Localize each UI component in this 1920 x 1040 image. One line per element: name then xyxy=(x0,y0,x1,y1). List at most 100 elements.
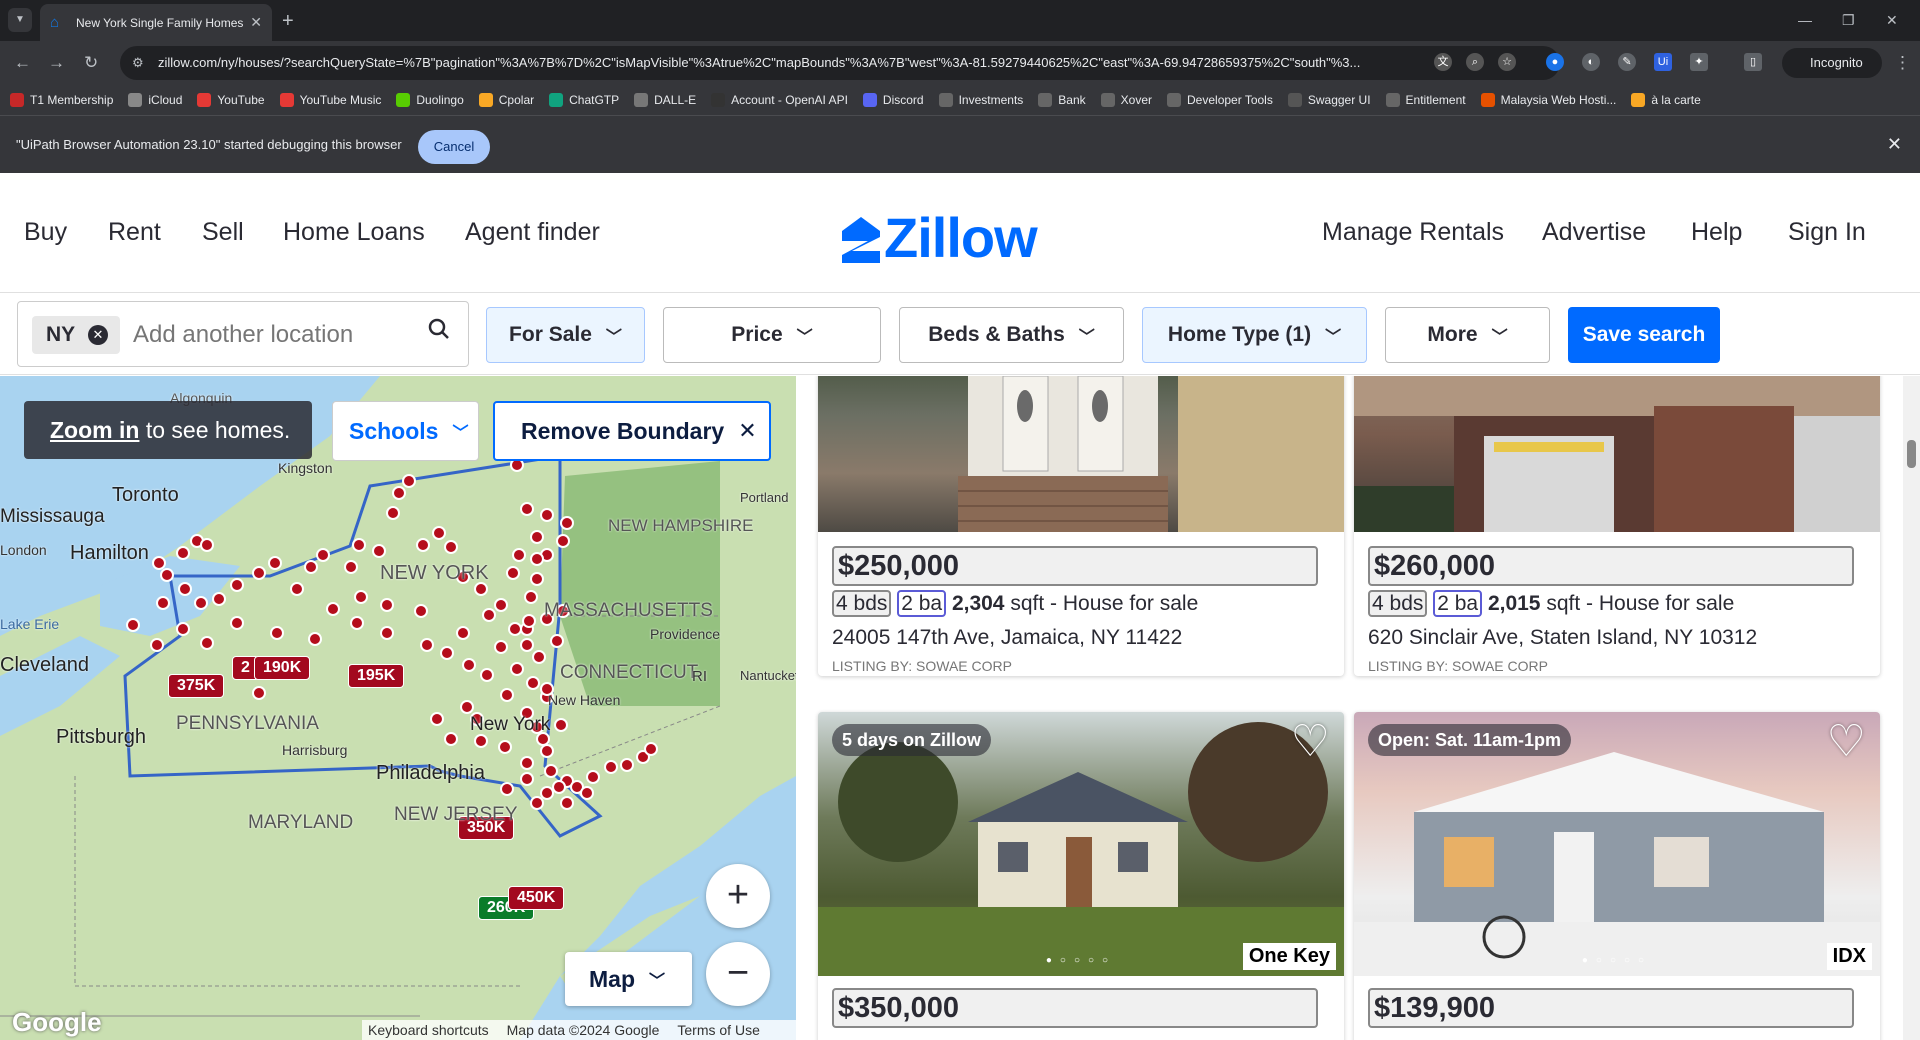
listing-dot-marker[interactable] xyxy=(352,538,366,552)
listing-dot-marker[interactable] xyxy=(586,770,600,784)
listing-address[interactable]: 24005 147th Ave, Jamaica, NY 11422 xyxy=(832,626,1182,650)
listing-dot-marker[interactable] xyxy=(604,760,618,774)
listing-dot-marker[interactable] xyxy=(462,658,476,672)
nav-advertise[interactable]: Advertise xyxy=(1542,218,1646,247)
carousel-dots[interactable]: ●○○○○ xyxy=(1354,955,1880,966)
nav-agent-finder[interactable]: Agent finder xyxy=(465,218,600,247)
listing-dot-marker[interactable] xyxy=(530,796,544,810)
listing-dot-marker[interactable] xyxy=(290,582,304,596)
bookmark-item[interactable]: Entitlement xyxy=(1385,93,1466,107)
nav-buy[interactable]: Buy xyxy=(24,218,67,247)
listing-dot-marker[interactable] xyxy=(500,688,514,702)
listing-dot-marker[interactable] xyxy=(560,516,574,530)
reload-icon[interactable]: ↻ xyxy=(84,53,98,73)
extensions-puzzle-icon[interactable]: ✦ xyxy=(1690,53,1708,71)
nav-home-loans[interactable]: Home Loans xyxy=(283,218,425,247)
browser-menu-icon[interactable]: ⋮ xyxy=(1894,53,1911,73)
listing-dot-marker[interactable] xyxy=(440,646,454,660)
listing-card[interactable]: $260,000 4 bds 2 ba 2,015 sqft - House f… xyxy=(1354,376,1880,676)
zoom-in-button[interactable]: + xyxy=(706,864,770,928)
listing-dot-marker[interactable] xyxy=(506,566,520,580)
extension-3-icon[interactable]: ✎ xyxy=(1618,53,1636,71)
close-tab-icon[interactable]: ✕ xyxy=(250,14,262,31)
listing-dot-marker[interactable] xyxy=(270,626,284,640)
listing-card[interactable]: 5 days on Zillow ♡ One Key ●○○○○ $350,00… xyxy=(818,712,1344,1040)
listing-dot-marker[interactable] xyxy=(580,786,594,800)
tab-search-button[interactable]: ▼ xyxy=(8,8,32,32)
bookmark-item[interactable]: Developer Tools xyxy=(1167,93,1273,107)
listing-address[interactable]: 620 Sinclair Ave, Staten Island, NY 1031… xyxy=(1368,626,1757,650)
incognito-badge[interactable]: Incognito xyxy=(1782,48,1882,78)
listing-dot-marker[interactable] xyxy=(620,758,634,772)
listing-dot-marker[interactable] xyxy=(510,662,524,676)
scrollbar-thumb[interactable] xyxy=(1907,440,1916,468)
listing-dot-marker[interactable] xyxy=(200,636,214,650)
minimize-icon[interactable]: — xyxy=(1798,12,1812,28)
listing-dot-marker[interactable] xyxy=(520,638,534,652)
listing-dot-marker[interactable] xyxy=(494,640,508,654)
listing-dot-marker[interactable] xyxy=(530,552,544,566)
bookmark-item[interactable]: DALL-E xyxy=(634,93,696,107)
listing-dot-marker[interactable] xyxy=(520,502,534,516)
listing-dot-marker[interactable] xyxy=(552,780,566,794)
bookmark-item[interactable]: iCloud xyxy=(128,93,182,107)
listing-dot-marker[interactable] xyxy=(524,590,538,604)
listing-dot-marker[interactable] xyxy=(380,598,394,612)
for-sale-button[interactable]: For Sale ﹀ xyxy=(486,307,645,363)
listing-dot-marker[interactable] xyxy=(372,544,386,558)
listing-dot-marker[interactable] xyxy=(380,626,394,640)
bookmark-item[interactable]: YouTube xyxy=(197,93,265,107)
listing-dot-marker[interactable] xyxy=(416,538,430,552)
listing-dot-marker[interactable] xyxy=(200,538,214,552)
search-icon[interactable] xyxy=(428,318,450,346)
bookmark-item[interactable]: Xover xyxy=(1100,93,1152,107)
listing-dot-marker[interactable] xyxy=(156,596,170,610)
terms-link[interactable]: Terms of Use xyxy=(677,1020,759,1040)
bookmark-item[interactable]: Discord xyxy=(862,93,924,107)
bookmark-item[interactable]: Cpolar xyxy=(478,93,534,107)
listing-dot-marker[interactable] xyxy=(512,548,526,562)
browser-tab[interactable]: ⌂ New York Single Family Homes ✕ xyxy=(40,4,272,41)
extension-2-icon[interactable]: ◐ xyxy=(1582,53,1600,71)
listing-dot-marker[interactable] xyxy=(456,626,470,640)
bookmark-item[interactable]: à la carte xyxy=(1631,93,1701,107)
listing-dot-marker[interactable] xyxy=(308,632,322,646)
listing-dot-marker[interactable] xyxy=(420,638,434,652)
keyboard-shortcuts-link[interactable]: Keyboard shortcuts xyxy=(368,1020,489,1040)
address-bar[interactable]: ⚙ zillow.com/ny/houses/?searchQueryState… xyxy=(120,46,1560,80)
bookmark-item[interactable]: Malaysia Web Hosti... xyxy=(1480,93,1616,107)
remove-boundary-button[interactable]: Remove Boundary ✕ xyxy=(493,401,771,461)
bookmark-item[interactable]: Investments xyxy=(938,93,1023,107)
listing-dot-marker[interactable] xyxy=(444,540,458,554)
listing-dot-marker[interactable] xyxy=(500,782,514,796)
zoom-in-link[interactable]: Zoom in xyxy=(50,417,139,443)
listing-dot-marker[interactable] xyxy=(392,486,406,500)
listing-dot-marker[interactable] xyxy=(194,596,208,610)
listing-photo[interactable]: 5 days on Zillow ♡ One Key ●○○○○ xyxy=(818,712,1344,976)
listing-photo[interactable]: Open: Sat. 11am-1pm ♡ IDX ●○○○○ xyxy=(1354,712,1880,976)
listing-dot-marker[interactable] xyxy=(354,590,368,604)
listing-dot-marker[interactable] xyxy=(520,756,534,770)
bookmark-item[interactable]: Account - OpenAI API xyxy=(711,93,848,107)
bookmark-item[interactable]: YouTube Music xyxy=(279,93,381,107)
price-pin[interactable]: 450K xyxy=(508,886,565,910)
listing-card[interactable]: $250,000 4 bds 2 ba 2,304 sqft - House f… xyxy=(818,376,1344,676)
listing-dot-marker[interactable] xyxy=(530,530,544,544)
carousel-dots[interactable]: ●○○○○ xyxy=(818,955,1344,966)
listing-dot-marker[interactable] xyxy=(432,526,446,540)
listing-dot-marker[interactable] xyxy=(176,546,190,560)
listing-dot-marker[interactable] xyxy=(480,668,494,682)
price-pin[interactable]: 195K xyxy=(348,664,405,688)
listing-dot-marker[interactable] xyxy=(402,474,416,488)
listing-dot-marker[interactable] xyxy=(176,622,190,636)
nav-sell[interactable]: Sell xyxy=(202,218,244,247)
bookmark-item[interactable]: Duolingo xyxy=(396,93,464,107)
uipath-extension-icon[interactable]: Ui xyxy=(1654,53,1672,71)
listing-dot-marker[interactable] xyxy=(526,676,540,690)
close-window-icon[interactable]: ✕ xyxy=(1886,12,1898,29)
listing-dot-marker[interactable] xyxy=(326,602,340,616)
nav-help[interactable]: Help xyxy=(1691,218,1742,247)
listing-dot-marker[interactable] xyxy=(460,700,474,714)
beds-baths-button[interactable]: Beds & Baths ﹀ xyxy=(899,307,1124,363)
favorite-heart-icon[interactable]: ♡ xyxy=(1827,720,1866,764)
